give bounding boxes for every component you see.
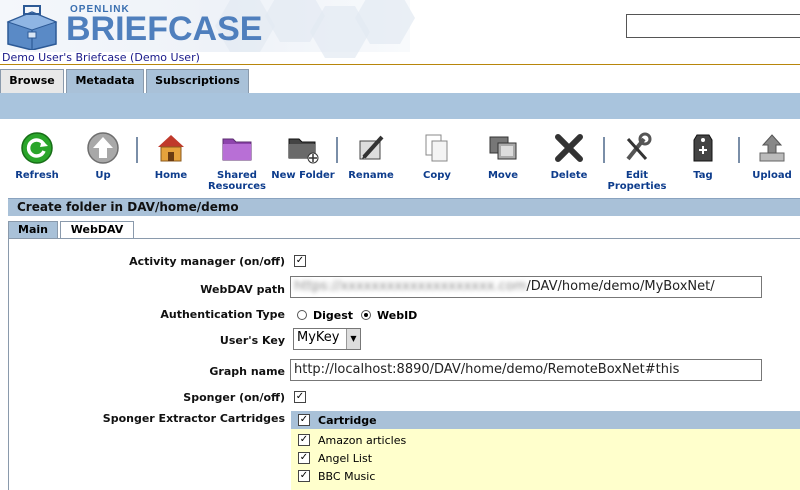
sponger-checkbox[interactable]: ✓ [294,391,306,403]
copy-button[interactable]: Copy [402,131,472,181]
top-tabs: Browse Metadata Subscriptions [0,69,800,93]
tab-metadata[interactable]: Metadata [66,69,144,93]
rename-pen-icon [359,135,384,160]
inner-tabs: Main WebDAV [8,221,800,239]
users-key-select[interactable]: MyKey ▼ [293,328,361,350]
activity-manager-checkbox[interactable]: ✓ [294,255,306,267]
tab-browse[interactable]: Browse [0,69,64,93]
auth-webid-radio[interactable] [361,310,371,320]
cartridges-label: Sponger Extractor Cartridges [102,412,285,425]
table-row: ✓ BBC Music [291,468,800,486]
users-key-value: MyKey [297,330,340,345]
users-key-label: User's Key [219,334,285,347]
graph-name-input[interactable]: http://localhost:8890/DAV/home/demo/Remo… [290,359,762,381]
cartridge-column-header: Cartridge [318,414,377,427]
edit-properties-button[interactable]: Edit Properties [602,131,672,192]
cartridge-name: Amazon articles [318,434,407,447]
refresh-icon [21,132,53,164]
home-button[interactable]: Home [136,131,206,181]
activity-manager-label: Activity manager (on/off) [129,255,285,268]
new-folder-button[interactable]: New Folder [268,131,338,181]
tab-subscriptions[interactable]: Subscriptions [146,69,249,93]
webdav-path-value: /DAV/home/demo/MyBoxNet/ [526,279,715,294]
graph-name-label: Graph name [209,365,285,378]
auth-webid-label: WebID [377,309,418,322]
tab-content-band [0,93,800,119]
cartridge-checkbox[interactable]: ✓ [298,434,310,446]
cartridge-name: Angel List [318,452,373,465]
sponger-label: Sponger (on/off) [183,391,285,404]
move-icon [489,136,517,160]
table-row: ✓ Angel List [291,450,800,468]
copy-icon [425,134,448,162]
briefcase-logo-icon [6,5,58,50]
delete-button[interactable]: Delete [534,131,604,181]
authentication-type-label: Authentication Type [160,308,285,321]
user-briefcase-link[interactable]: Demo User's Briefcase (Demo User) [0,51,800,65]
toolbar: Refresh Up Home Shared Resources New Fol [0,125,800,195]
upload-icon [759,134,785,162]
select-all-cartridges-checkbox[interactable]: ✓ [298,414,310,426]
shared-folder-icon [222,138,252,161]
table-row: ✓ Amazon articles [291,432,800,450]
tag-button[interactable]: Tag [668,131,738,181]
webdav-path-input[interactable]: https://xxxxxxxxxxxxxxxxxxxx.com/DAV/hom… [290,276,762,298]
search-input[interactable] [626,14,800,38]
header: OPENLINK BRIEFCASE [0,0,800,58]
delete-x-icon [555,134,583,162]
up-button[interactable]: Up [68,131,138,181]
cartridge-name: BBC Music [318,470,376,483]
auth-digest-label: Digest [313,309,354,322]
upload-button[interactable]: Upload [737,131,800,181]
logo-briefcase-text: BRIEFCASE [66,10,263,48]
tools-icon [626,132,652,161]
tab-webdav[interactable]: WebDAV [60,221,134,239]
tab-main[interactable]: Main [8,221,58,239]
up-arrow-icon [87,132,119,164]
section-title: Create folder in DAV/home/demo [8,198,800,216]
new-folder-icon [288,138,319,164]
cartridges-header: ✓ Cartridge [291,411,800,429]
chevron-down-icon: ▼ [346,329,360,349]
cartridge-checkbox[interactable]: ✓ [298,470,310,482]
shared-resources-button[interactable]: Shared Resources [202,131,272,192]
webdav-path-label: WebDAV path [200,283,285,296]
redacted-host: https://xxxxxxxxxxxxxxxxxxxx.com [294,279,527,294]
refresh-button[interactable]: Refresh [2,131,72,181]
cartridges-table: ✓ Cartridge ✓ Amazon articles ✓ Angel Li… [291,411,800,490]
tag-icon [693,134,713,162]
home-icon [158,135,184,162]
rename-button[interactable]: Rename [336,131,406,181]
auth-digest-radio[interactable] [297,310,307,320]
cartridge-checkbox[interactable]: ✓ [298,452,310,464]
move-button[interactable]: Move [468,131,538,181]
